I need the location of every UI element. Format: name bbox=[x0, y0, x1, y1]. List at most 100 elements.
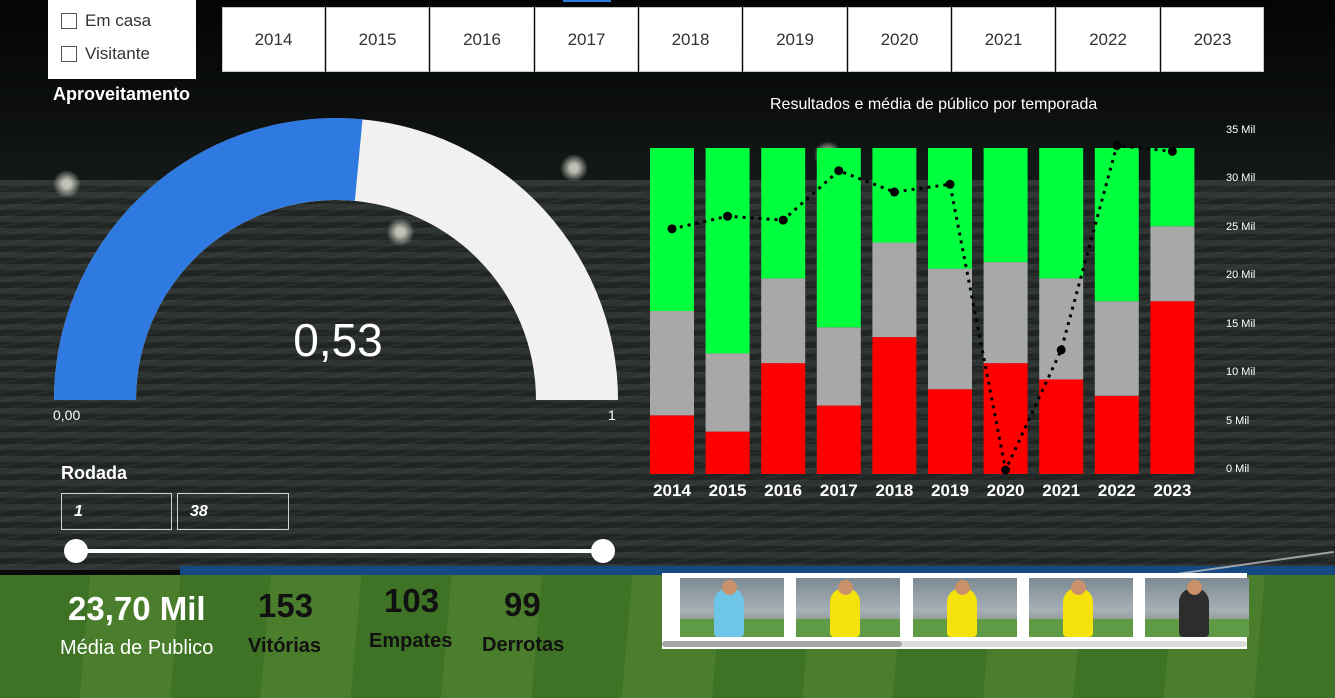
bar-empates-2018[interactable] bbox=[872, 242, 917, 338]
strip-scroll-thumb[interactable] bbox=[662, 641, 902, 647]
draws-kpi-label: Empates bbox=[369, 630, 453, 652]
x-tick-label: 2021 bbox=[1042, 481, 1081, 500]
year-button-2020[interactable]: 2020 bbox=[848, 7, 951, 72]
y2-tick-label: 10 Mil bbox=[1226, 366, 1256, 379]
results-attendance-chart bbox=[650, 141, 1195, 475]
option-label: Em casa bbox=[85, 11, 152, 30]
bar-empates-2016[interactable] bbox=[761, 278, 806, 364]
x-tick-label: 2015 bbox=[708, 481, 747, 500]
gauge-value: 0,53 bbox=[293, 314, 383, 366]
bar-derrotas-2019[interactable] bbox=[928, 389, 972, 474]
year-button-2021[interactable]: 2021 bbox=[952, 7, 1055, 72]
attendance-point-2016[interactable] bbox=[778, 215, 788, 225]
bar-vitórias-2016[interactable] bbox=[761, 148, 806, 279]
y2-tick-label: 0 Mil bbox=[1226, 463, 1250, 475]
attendance-point-2019[interactable] bbox=[945, 179, 955, 189]
slider-min-handle[interactable] bbox=[64, 539, 88, 563]
bar-vitórias-2019[interactable] bbox=[928, 148, 972, 269]
y2-tick-label: 25 Mil bbox=[1226, 220, 1256, 233]
bar-derrotas-2017[interactable] bbox=[816, 405, 861, 474]
referee-photo[interactable] bbox=[1029, 578, 1133, 637]
bar-empates-2014[interactable] bbox=[650, 311, 694, 416]
bar-vitórias-2021[interactable] bbox=[1039, 148, 1084, 279]
x-tick-label: 2014 bbox=[653, 481, 691, 500]
round-filter-title: Rodada bbox=[61, 463, 128, 483]
attendance-point-2020[interactable] bbox=[1001, 465, 1011, 475]
losses-kpi-value: 99 bbox=[504, 586, 541, 623]
attendance-point-2023[interactable] bbox=[1167, 146, 1177, 156]
selection-indicator bbox=[563, 0, 611, 2]
attendance-kpi-label: Média de Publico bbox=[60, 637, 214, 659]
chart-title: Resultados e média de público por tempor… bbox=[770, 96, 1098, 113]
attendance-point-2015[interactable] bbox=[723, 211, 733, 221]
attendance-kpi-value: 23,70 Mil bbox=[68, 590, 206, 627]
bar-derrotas-2014[interactable] bbox=[650, 415, 694, 474]
year-button-2022[interactable]: 2022 bbox=[1056, 7, 1160, 72]
attendance-point-2017[interactable] bbox=[834, 166, 844, 176]
referee-photo[interactable] bbox=[680, 578, 784, 637]
round-max-input[interactable]: 38 bbox=[177, 493, 289, 530]
bar-derrotas-2016[interactable] bbox=[761, 363, 806, 474]
referee-photo[interactable] bbox=[913, 578, 1017, 637]
bar-derrotas-2015[interactable] bbox=[705, 431, 750, 474]
x-tick-label: 2018 bbox=[875, 481, 914, 500]
bar-empates-2022[interactable] bbox=[1094, 301, 1139, 396]
y2-tick-label: 15 Mil bbox=[1226, 317, 1256, 330]
bar-empates-2015[interactable] bbox=[705, 353, 750, 432]
year-button-2015[interactable]: 2015 bbox=[326, 7, 429, 72]
round-range-slider bbox=[64, 539, 615, 563]
x-tick-label: 2022 bbox=[1097, 481, 1136, 500]
y2-tick-label: 20 Mil bbox=[1226, 269, 1256, 282]
referee-photo[interactable] bbox=[1145, 578, 1249, 637]
wins-kpi-label: Vitórias bbox=[248, 635, 321, 657]
x-tick-label: 2017 bbox=[819, 481, 858, 500]
x-tick-label: 2020 bbox=[986, 481, 1025, 500]
checkbox[interactable] bbox=[61, 46, 77, 62]
bar-empates-2017[interactable] bbox=[816, 327, 861, 406]
draws-kpi-value: 103 bbox=[384, 582, 440, 619]
y2-tick-label: 5 Mil bbox=[1226, 414, 1250, 427]
checkbox[interactable] bbox=[61, 13, 77, 29]
attendance-point-2014[interactable] bbox=[667, 224, 677, 234]
bar-derrotas-2020[interactable] bbox=[983, 363, 1028, 474]
bar-empates-2023[interactable] bbox=[1150, 226, 1195, 302]
year-button-2018[interactable]: 2018 bbox=[639, 7, 742, 72]
bar-derrotas-2021[interactable] bbox=[1039, 379, 1084, 474]
year-button-2023[interactable]: 2023 bbox=[1161, 7, 1264, 72]
attendance-point-2022[interactable] bbox=[1112, 141, 1122, 151]
gauge-max-label: 1 bbox=[608, 407, 616, 423]
attendance-point-2018[interactable] bbox=[889, 187, 899, 197]
gauge-title: Aproveitamento bbox=[53, 84, 191, 104]
round-min-input[interactable]: 1 bbox=[61, 493, 172, 530]
x-tick-label: 2019 bbox=[931, 481, 969, 500]
bar-derrotas-2018[interactable] bbox=[872, 337, 917, 474]
bar-vitórias-2023[interactable] bbox=[1150, 148, 1195, 227]
slider-max-handle[interactable] bbox=[591, 539, 615, 563]
attendance-point-2021[interactable] bbox=[1056, 345, 1066, 355]
x-tick-label: 2016 bbox=[764, 481, 803, 500]
referee-photo[interactable] bbox=[796, 578, 900, 637]
bar-empates-2020[interactable] bbox=[983, 262, 1028, 364]
year-button-2017[interactable]: 2017 bbox=[535, 7, 638, 72]
y2-tick-label: 35 Mil bbox=[1226, 124, 1256, 136]
bar-vitórias-2015[interactable] bbox=[705, 148, 750, 354]
referee-photo-strip[interactable] bbox=[662, 573, 1249, 649]
bar-vitórias-2020[interactable] bbox=[983, 148, 1028, 263]
wins-kpi-value: 153 bbox=[258, 587, 314, 624]
bar-vitórias-2022[interactable] bbox=[1094, 148, 1139, 302]
option-label: Visitante bbox=[85, 44, 150, 63]
bar-empates-2019[interactable] bbox=[928, 268, 972, 390]
y2-tick-label: 30 Mil bbox=[1226, 172, 1256, 185]
losses-kpi-label: Derrotas bbox=[482, 634, 565, 656]
option-visitante[interactable]: Visitante bbox=[61, 44, 150, 64]
option-em-casa[interactable]: Em casa bbox=[61, 11, 151, 31]
year-button-2016[interactable]: 2016 bbox=[430, 7, 534, 72]
year-filter: 2014 2015 2016 2017 2018 2019 2020 2021 2022 2023 bbox=[222, 7, 1265, 72]
bar-derrotas-2022[interactable] bbox=[1094, 395, 1139, 474]
year-button-2019[interactable]: 2019 bbox=[743, 7, 847, 72]
bar-derrotas-2023[interactable] bbox=[1150, 301, 1195, 474]
location-filter: Em casa Visitante bbox=[48, 0, 196, 79]
year-button-2014[interactable]: 2014 bbox=[222, 7, 325, 72]
x-tick-label: 2023 bbox=[1153, 481, 1192, 500]
gauge-min-label: 0,00 bbox=[53, 407, 81, 423]
